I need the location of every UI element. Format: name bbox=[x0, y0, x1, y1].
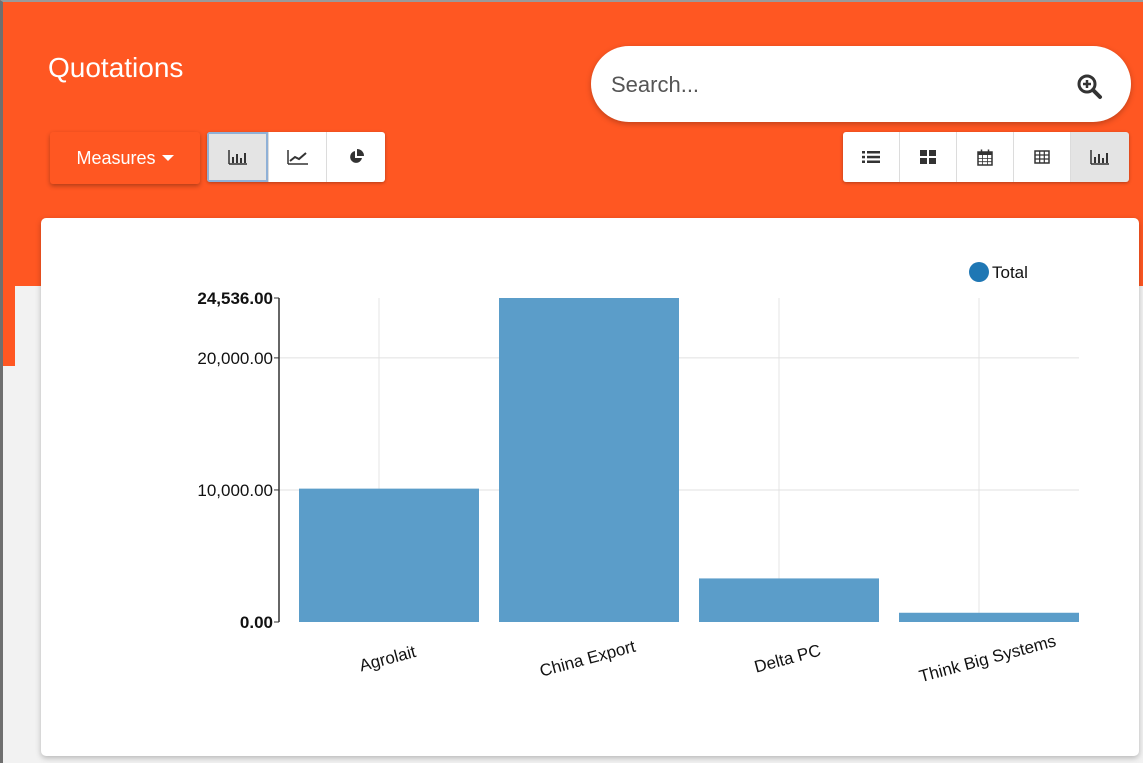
line-chart-icon bbox=[286, 150, 308, 165]
pie-chart-icon bbox=[350, 149, 364, 163]
bar-chart-icon bbox=[227, 150, 247, 165]
axes bbox=[274, 297, 280, 623]
bar-chart-icon bbox=[1090, 150, 1109, 165]
view-switcher bbox=[843, 132, 1129, 182]
zoom-in-search-icon[interactable] bbox=[1075, 72, 1103, 100]
app-window: Quotations Measures bbox=[0, 0, 1143, 763]
list-icon bbox=[862, 151, 880, 163]
table-icon bbox=[1034, 150, 1050, 164]
y-tick-label: 24,536.00 bbox=[197, 289, 273, 308]
bar-china-export[interactable] bbox=[499, 298, 679, 622]
x-tick-labels: Agrolait China Export Delta PC Think Big Sy… bbox=[357, 631, 1058, 686]
x-tick-label: Agrolait bbox=[357, 642, 418, 675]
calendar-icon bbox=[977, 149, 993, 166]
bar-delta-pc[interactable] bbox=[699, 578, 879, 622]
y-tick-labels: 0.00 10,000.00 20,000.00 24,536.00 bbox=[197, 289, 273, 632]
measures-dropdown-button[interactable]: Measures bbox=[50, 132, 200, 184]
chart-mode-group bbox=[207, 132, 385, 182]
bar-series bbox=[299, 298, 1079, 622]
line-chart-mode-button[interactable] bbox=[269, 132, 327, 182]
x-tick-label: Think Big Systems bbox=[917, 631, 1058, 686]
bar-chart: 0.00 10,000.00 20,000.00 24,536.00 Agrolait… bbox=[197, 262, 1079, 686]
legend-label[interactable]: Total bbox=[992, 263, 1028, 282]
list-view-button[interactable] bbox=[843, 132, 900, 182]
legend-swatch[interactable] bbox=[969, 262, 989, 282]
y-tick-label: 0.00 bbox=[240, 613, 273, 632]
x-tick-label: Delta PC bbox=[752, 641, 823, 677]
y-tick-label: 20,000.00 bbox=[197, 349, 273, 368]
measures-label: Measures bbox=[76, 147, 156, 168]
pivot-view-button[interactable] bbox=[1014, 132, 1071, 182]
y-tick-label: 10,000.00 bbox=[197, 481, 273, 500]
search-bar bbox=[591, 46, 1131, 122]
graph-view-button[interactable] bbox=[1071, 132, 1129, 182]
search-input[interactable] bbox=[609, 68, 1053, 102]
calendar-view-button[interactable] bbox=[957, 132, 1014, 182]
graph-card: 0.00 10,000.00 20,000.00 24,536.00 Agrolait… bbox=[41, 218, 1139, 756]
left-accent-strip bbox=[3, 286, 15, 366]
bar-agrolait[interactable] bbox=[299, 488, 479, 622]
x-tick-label: China Export bbox=[538, 637, 638, 681]
kanban-icon bbox=[920, 150, 936, 164]
bar-chart-mode-button[interactable] bbox=[207, 132, 269, 182]
chart-legend: Total bbox=[969, 262, 1028, 282]
bar-think-big-systems[interactable] bbox=[899, 612, 1079, 622]
page-title: Quotations bbox=[48, 52, 184, 83]
caret-down-icon bbox=[161, 155, 174, 161]
kanban-view-button[interactable] bbox=[900, 132, 957, 182]
pie-chart-mode-button[interactable] bbox=[327, 132, 385, 182]
